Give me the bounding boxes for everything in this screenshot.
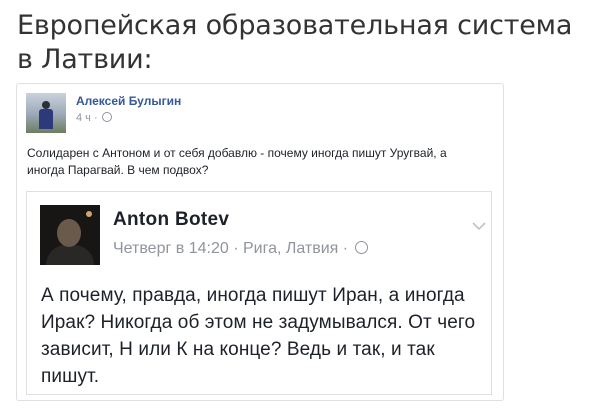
shared-post-text: А почему, правда, иногда пишут Иран, а и…: [41, 285, 476, 387]
outer-post-card: Алексей Булыгин 4 ч · Солидарен с Антоно…: [16, 83, 504, 401]
chevron-down-icon[interactable]: [472, 221, 486, 231]
post-author-name[interactable]: Алексей Булыгин: [76, 94, 181, 108]
shared-post-location[interactable]: Рига, Латвия: [243, 240, 338, 257]
shared-post-author-name[interactable]: Anton Botev: [113, 209, 229, 231]
meta-separator: ·: [93, 112, 98, 124]
meta-separator: ·: [342, 240, 349, 257]
post-text: Солидарен с Антоном и от себя добавлю - …: [27, 146, 447, 177]
post-meta: 4 ч ·: [76, 112, 112, 124]
avatar-figure-head: [42, 101, 50, 109]
avatar-shoulders: [46, 245, 94, 265]
shared-post-timestamp[interactable]: Четверг в 14:20: [113, 240, 229, 257]
avatar-figure-body: [39, 109, 53, 129]
shared-post-avatar[interactable]: [40, 205, 100, 265]
avatar[interactable]: [26, 93, 66, 133]
post-timestamp[interactable]: 4 ч: [76, 112, 91, 124]
shared-post-card: Anton Botev Четверг в 14:20 · Рига, Латв…: [26, 191, 492, 395]
avatar-face: [57, 219, 81, 247]
shared-post-meta: Четверг в 14:20 · Рига, Латвия ·: [113, 240, 368, 258]
meta-separator: ·: [233, 240, 239, 257]
globe-icon[interactable]: [354, 241, 368, 254]
globe-icon[interactable]: [101, 112, 112, 122]
avatar-background-light: [86, 211, 92, 217]
page-title: Европейская образовательная система в Ла…: [17, 10, 573, 75]
